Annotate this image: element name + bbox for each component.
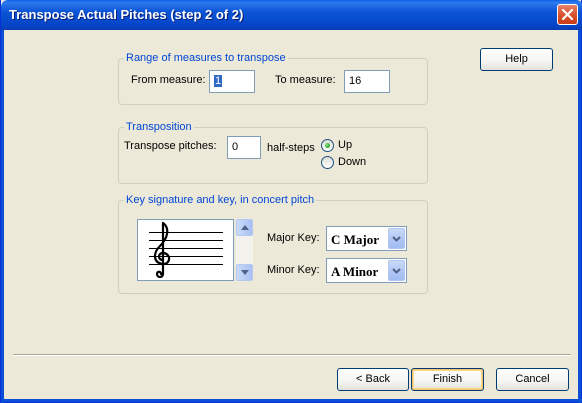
- arrow-down-icon: [241, 270, 249, 275]
- transposition-group-legend: Transposition: [126, 121, 192, 133]
- transpose-pitches-input[interactable]: 0: [227, 136, 261, 159]
- help-button[interactable]: Help: [480, 48, 553, 71]
- treble-clef-icon: [153, 221, 171, 279]
- transpose-pitches-value: 0: [232, 141, 239, 153]
- window-border-bottom: [1, 399, 582, 402]
- window-border-left: [1, 30, 4, 403]
- chevron-down-icon: [392, 268, 401, 274]
- minor-key-value: A Minor: [331, 264, 379, 279]
- minor-key-select[interactable]: A Minor: [326, 258, 407, 283]
- key-signature-staff: [137, 219, 234, 281]
- minor-key-dropdown-button[interactable]: [388, 260, 405, 281]
- back-button[interactable]: < Back: [337, 368, 409, 391]
- major-key-value: C Major: [331, 232, 380, 247]
- finish-button[interactable]: Finish: [411, 368, 484, 391]
- range-group-legend: Range of measures to transpose: [126, 52, 286, 64]
- radio-up[interactable]: [321, 139, 334, 152]
- dialog-window: Transpose Actual Pitches (step 2 of 2) R…: [0, 0, 582, 403]
- to-measure-input[interactable]: 16: [344, 70, 390, 93]
- close-icon: [562, 9, 573, 20]
- close-button[interactable]: [557, 4, 578, 25]
- arrow-up-icon: [241, 225, 249, 230]
- cancel-button[interactable]: Cancel: [496, 368, 569, 391]
- radio-down-label[interactable]: Down: [338, 156, 366, 168]
- window-title: Transpose Actual Pitches (step 2 of 2): [9, 7, 244, 22]
- radio-selected-dot: [325, 143, 330, 148]
- from-measure-value: 1: [214, 75, 223, 87]
- staff-svg: [149, 221, 223, 279]
- footer-separator: [13, 354, 571, 356]
- key-signature-group-legend: Key signature and key, in concert pitch: [126, 194, 315, 206]
- major-key-select[interactable]: C Major: [326, 226, 407, 251]
- key-signature-spinner[interactable]: [236, 219, 253, 281]
- key-scroll-down-button[interactable]: [236, 264, 253, 281]
- title-bar: Transpose Actual Pitches (step 2 of 2): [1, 0, 582, 30]
- from-measure-label: From measure:: [131, 74, 206, 86]
- window-border-right: [578, 30, 581, 403]
- key-scroll-up-button[interactable]: [236, 219, 253, 236]
- radio-up-label[interactable]: Up: [338, 139, 352, 151]
- to-measure-value: 16: [349, 75, 362, 87]
- transpose-pitches-label: Transpose pitches:: [124, 140, 217, 152]
- minor-key-label: Minor Key:: [267, 264, 320, 276]
- from-measure-input[interactable]: 1: [209, 70, 255, 93]
- major-key-label: Major Key:: [267, 232, 320, 244]
- major-key-dropdown-button[interactable]: [388, 228, 405, 249]
- chevron-down-icon: [392, 236, 401, 242]
- half-steps-label: half-steps: [267, 142, 315, 154]
- radio-down[interactable]: [321, 156, 334, 169]
- to-measure-label: To measure:: [275, 74, 336, 86]
